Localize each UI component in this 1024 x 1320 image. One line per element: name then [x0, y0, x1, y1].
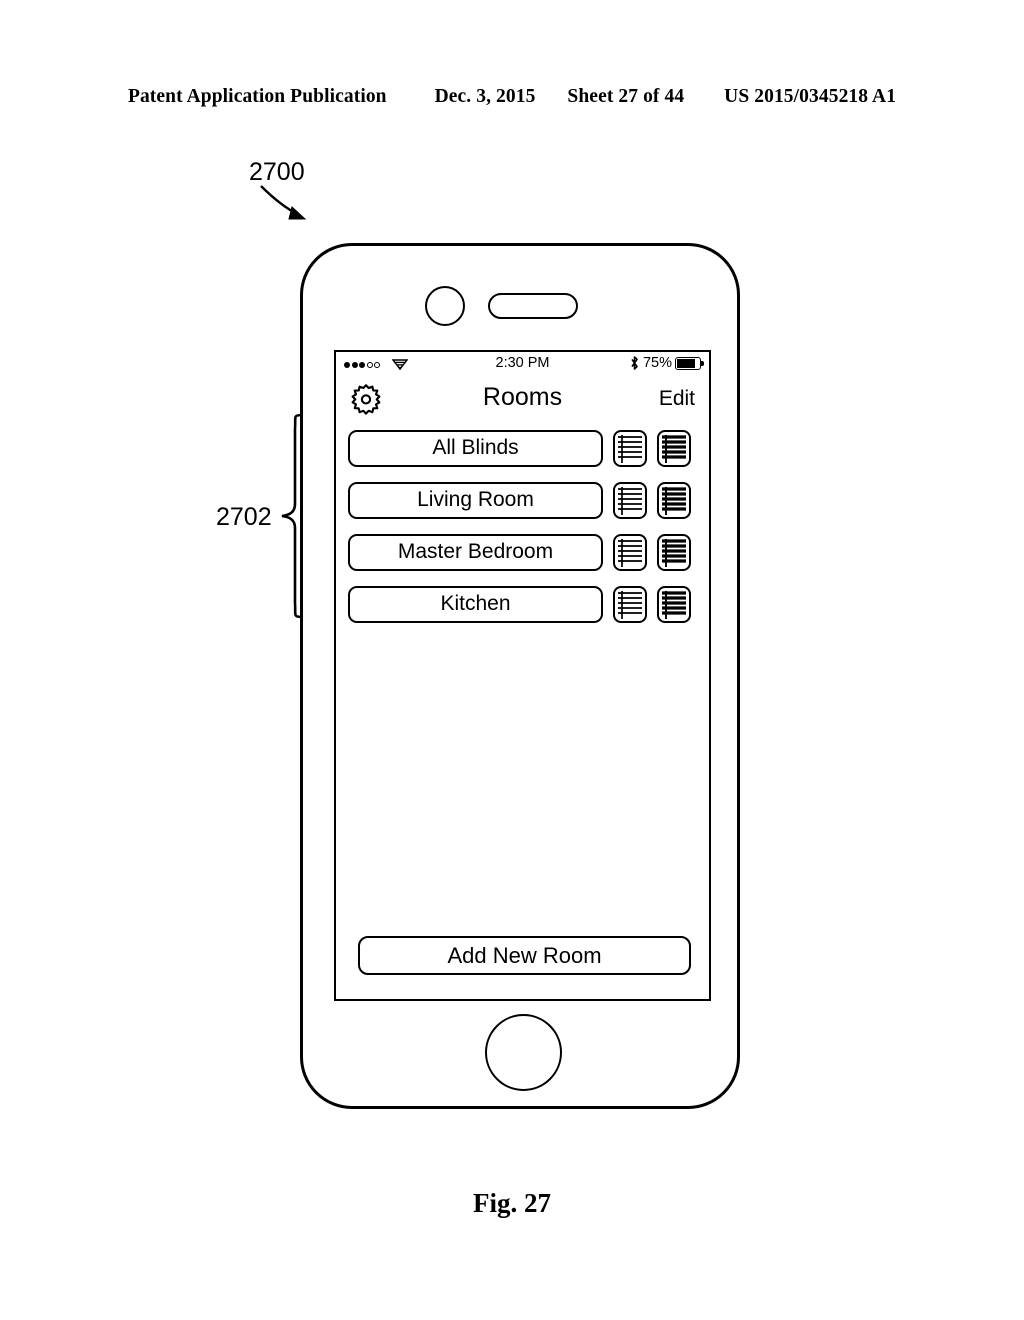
status-bar-right: 75% [629, 355, 704, 371]
battery-percent-label: 75% [642, 355, 672, 371]
battery-icon [675, 356, 704, 370]
blind-open-icon[interactable] [613, 533, 647, 571]
blind-closed-icon[interactable] [657, 429, 691, 467]
rooms-list: All Blinds Living Room Master Bedroom Ki… [336, 422, 709, 630]
status-bar: 2:30 PM 75% [336, 352, 709, 378]
patent-header-publication: Patent Application Publication [127, 86, 387, 107]
nav-bar: Rooms Edit [336, 377, 709, 421]
speaker-grille [488, 293, 578, 319]
edit-button[interactable]: Edit [659, 387, 695, 411]
phone-device: 2:30 PM 75% Rooms Edit All Blinds Living… [300, 243, 740, 1109]
patent-header-number: US 2015/0345218 A1 [724, 86, 897, 107]
patent-header-date: Dec. 3, 2015 [434, 86, 536, 107]
patent-header: Patent Application Publication Dec. 3, 2… [0, 86, 1024, 108]
room-name-button[interactable]: Kitchen [348, 585, 603, 623]
room-row: All Blinds [336, 422, 709, 474]
blind-open-icon[interactable] [613, 585, 647, 623]
blind-open-icon[interactable] [613, 481, 647, 519]
add-new-room-button[interactable]: Add New Room [358, 936, 691, 975]
phone-screen: 2:30 PM 75% Rooms Edit All Blinds Living… [334, 350, 711, 1001]
camera-icon [425, 286, 465, 326]
figure-caption: Fig. 27 [473, 1188, 551, 1218]
ref-numeral-2702: 2702 [216, 503, 272, 531]
bluetooth-icon [631, 356, 638, 370]
blind-closed-icon[interactable] [657, 585, 691, 623]
home-button[interactable] [485, 1014, 562, 1091]
blind-closed-icon[interactable] [657, 533, 691, 571]
page-title: Rooms [482, 383, 563, 411]
room-name-button[interactable]: Master Bedroom [348, 533, 603, 571]
room-row: Living Room [336, 474, 709, 526]
room-row: Kitchen [336, 578, 709, 630]
patent-header-sheet: Sheet 27 of 44 [567, 86, 685, 107]
ref-numeral-2700: 2700 [249, 158, 305, 186]
blind-open-icon[interactable] [613, 429, 647, 467]
room-name-button[interactable]: Living Room [348, 481, 603, 519]
room-row: Master Bedroom [336, 526, 709, 578]
blind-closed-icon[interactable] [657, 481, 691, 519]
room-name-button[interactable]: All Blinds [348, 429, 603, 467]
battery-fill [677, 358, 695, 368]
leader-line-2700 [260, 185, 307, 220]
